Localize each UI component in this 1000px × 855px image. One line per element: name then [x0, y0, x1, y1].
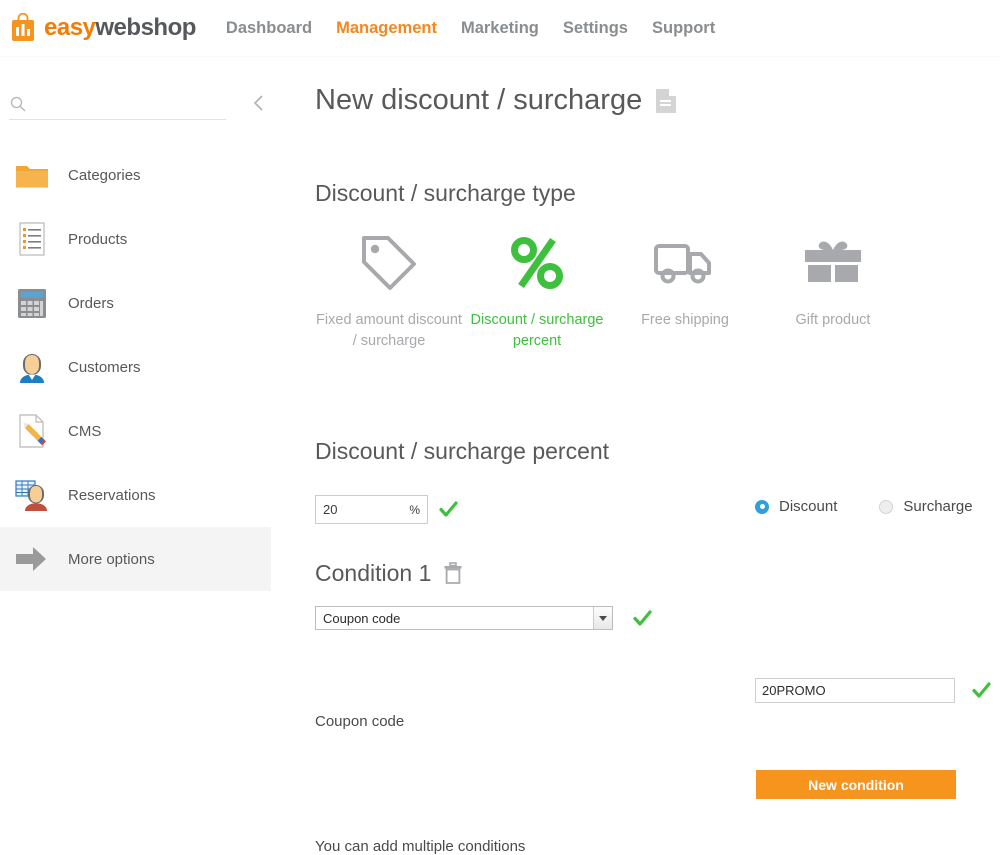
nav-link-support[interactable]: Support	[640, 19, 727, 38]
search-box[interactable]	[9, 88, 226, 120]
percent-heading: Discount / surcharge percent	[315, 438, 609, 465]
page-title-text: New discount / surcharge	[315, 84, 642, 117]
type-option-label: Free shipping	[641, 310, 729, 331]
coupon-code-row	[755, 678, 991, 703]
radio-dot-discount[interactable]	[755, 500, 769, 514]
green-check-icon	[439, 500, 458, 519]
sidebar-item-cms[interactable]: CMS	[0, 399, 271, 463]
percent-input-row: %	[315, 495, 458, 524]
arrow-right-icon	[12, 539, 52, 579]
main-content: New discount / surcharge Discount / surc…	[271, 58, 1000, 822]
percent-unit-label: %	[409, 503, 420, 517]
nav-link-management[interactable]: Management	[324, 19, 449, 38]
discount-type-options: Fixed amount discount / surcharge Discou…	[315, 230, 935, 352]
sidebar-item-more-options[interactable]: More options	[0, 527, 271, 591]
radio-label: Discount	[779, 498, 837, 515]
document-icon[interactable]	[655, 88, 677, 114]
list-page-icon	[12, 219, 52, 259]
nav-link-marketing[interactable]: Marketing	[449, 19, 551, 38]
sidebar-item-label: Products	[68, 231, 127, 248]
coupon-code-label: Coupon code	[315, 713, 404, 730]
brand-logo-text: easywebshop	[44, 14, 196, 42]
sidebar-item-label: Customers	[68, 359, 141, 376]
truck-icon	[650, 230, 720, 296]
shopping-bag-chart-logo-icon	[9, 13, 37, 43]
type-option-label: Discount / surcharge percent	[463, 310, 611, 352]
logo-text-part1: easy	[44, 14, 95, 41]
price-tag-icon	[356, 230, 422, 296]
percent-field[interactable]: %	[315, 495, 428, 524]
condition-type-select-value: Coupon code	[323, 611, 400, 626]
nav-link-settings[interactable]: Settings	[551, 19, 640, 38]
calculator-icon	[12, 283, 52, 323]
gift-icon	[798, 230, 868, 296]
search-icon	[10, 96, 26, 112]
radio-option-discount[interactable]: Discount	[755, 498, 837, 515]
type-option-fixed-amount[interactable]: Fixed amount discount / surcharge	[315, 230, 463, 352]
page-title: New discount / surcharge	[315, 84, 677, 117]
green-check-icon	[972, 681, 991, 700]
condition-select-row: Coupon code	[315, 606, 652, 630]
sidebar-item-label: More options	[68, 551, 155, 568]
nav-link-dashboard[interactable]: Dashboard	[214, 19, 324, 38]
page-pencil-icon	[12, 411, 52, 451]
condition-type-select[interactable]: Coupon code	[315, 606, 613, 630]
type-option-percent[interactable]: Discount / surcharge percent	[463, 230, 611, 352]
percent-input[interactable]	[323, 500, 399, 520]
sidebar-item-label: Categories	[68, 167, 141, 184]
sidebar: Categories Products	[0, 58, 271, 822]
radio-option-surcharge[interactable]: Surcharge	[879, 498, 972, 515]
reservations-icon	[12, 475, 52, 515]
sidebar-item-reservations[interactable]: Reservations	[0, 463, 271, 527]
sidebar-search-row	[0, 88, 271, 128]
top-navigation-bar: easywebshop Dashboard Management Marketi…	[0, 0, 1000, 57]
sidebar-item-customers[interactable]: Customers	[0, 335, 271, 399]
type-option-free-shipping[interactable]: Free shipping	[611, 230, 759, 352]
logo-text-part2: webshop	[95, 14, 196, 41]
condition-heading-text: Condition 1	[315, 560, 431, 587]
sidebar-item-orders[interactable]: Orders	[0, 271, 271, 335]
green-check-icon	[633, 609, 652, 628]
new-condition-button[interactable]: New condition	[756, 770, 956, 799]
customer-icon	[12, 347, 52, 387]
type-option-label: Fixed amount discount / surcharge	[315, 310, 463, 352]
chevron-down-icon[interactable]	[593, 607, 612, 629]
sidebar-item-label: Orders	[68, 295, 114, 312]
discount-type-heading: Discount / surcharge type	[315, 180, 576, 207]
percent-icon	[504, 230, 570, 296]
discount-surcharge-radio-group: Discount Surcharge	[755, 498, 973, 515]
coupon-code-input[interactable]	[755, 678, 955, 703]
radio-dot-surcharge[interactable]	[879, 500, 893, 514]
sidebar-item-label: Reservations	[68, 487, 156, 504]
condition-heading: Condition 1	[315, 560, 463, 587]
type-option-gift-product[interactable]: Gift product	[759, 230, 907, 352]
multiple-conditions-hint: You can add multiple conditions	[315, 838, 525, 855]
sidebar-item-categories[interactable]: Categories	[0, 143, 271, 207]
type-option-label: Gift product	[796, 310, 871, 331]
radio-label: Surcharge	[903, 498, 972, 515]
folder-icon	[12, 155, 52, 195]
nav-links: Dashboard Management Marketing Settings …	[214, 19, 727, 38]
sidebar-item-label: CMS	[68, 423, 101, 440]
sidebar-item-products[interactable]: Products	[0, 207, 271, 271]
brand-logo[interactable]: easywebshop	[9, 13, 196, 43]
chevron-left-icon[interactable]	[248, 91, 270, 115]
trash-icon[interactable]	[443, 562, 463, 585]
search-input[interactable]	[34, 92, 214, 116]
